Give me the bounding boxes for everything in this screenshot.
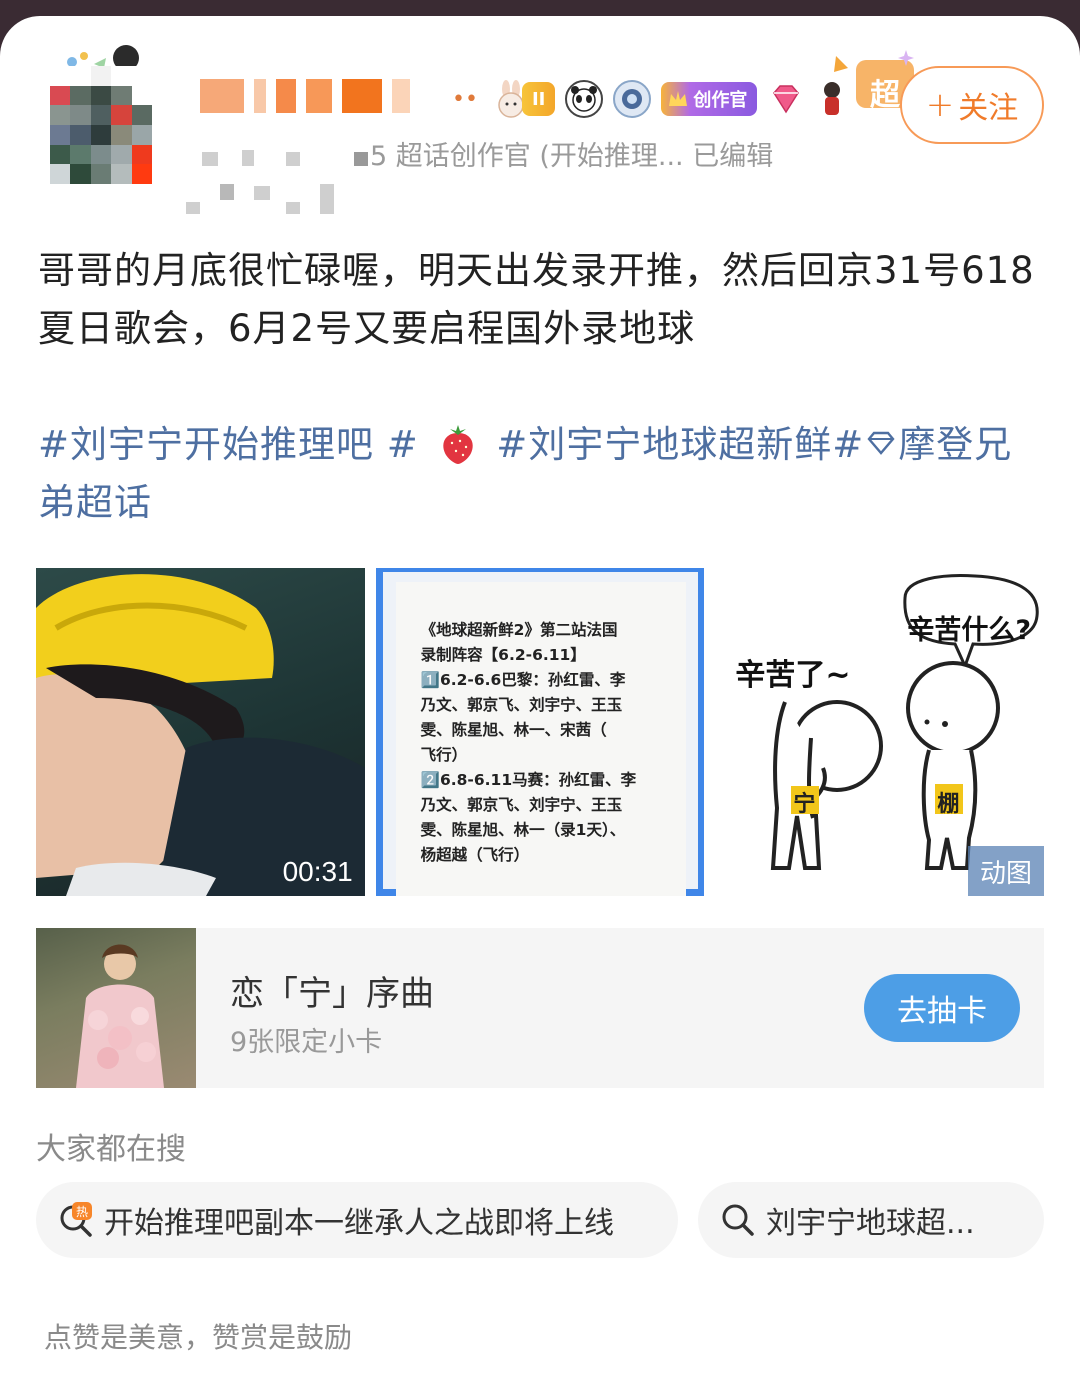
promo-title: 恋「宁」序曲 (230, 974, 434, 1014)
gif-thumbnail[interactable]: 辛苦了~ 辛苦什么? 宁 棚 动图 (715, 568, 1045, 896)
gif-tag: 动图 (968, 846, 1045, 896)
doc-line: 《地球超新鲜2》第二站法国 (420, 621, 618, 639)
schedule-image[interactable]: 《地球超新鲜2》第二站法国 录制阵容【6.2-6.11】 1️⃣6.2-6.6巴… (375, 568, 705, 896)
search-chip-label: 刘宇宁地球超... (766, 1206, 975, 1241)
search-chip[interactable]: 热 开始推理吧副本一继承人之战即将上线 (36, 1182, 678, 1258)
level-badge[interactable]: II (494, 79, 556, 119)
reward-hint: 点赞是美意，赞赏是鼓励 (44, 1321, 353, 1354)
post-card: •• II 创作官 超 + 关注 5 超话创作官 (开始推理... 已编辑 哥哥… (0, 16, 1080, 1376)
avatar[interactable] (50, 66, 152, 184)
topic-link-diqiu[interactable]: #刘宇宁地球超新鲜# (496, 423, 864, 466)
trending-search-title: 大家都在搜 (36, 1132, 186, 1167)
gif-right-char: 棚 (937, 792, 960, 817)
creator-badge[interactable]: 创作官 (661, 82, 758, 116)
gif-caption-left: 辛苦了~ (735, 658, 851, 693)
doc-line: 乃文、郭京飞、刘宇宁、王玉 (420, 696, 623, 714)
doc-line: 雯、陈星旭、林一（录1天）、 (420, 821, 626, 839)
user-badges: •• II 创作官 (452, 74, 849, 124)
gif-left-char: 宁 (793, 792, 816, 817)
search-chip[interactable]: 刘宇宁地球超... (698, 1182, 1044, 1258)
card-draw-promo[interactable]: 恋「宁」序曲 9张限定小卡 去抽卡 (36, 928, 1044, 1088)
ellipsis-icon: •• (452, 86, 478, 112)
doc-line: 录制阵容【6.2-6.11】 (420, 646, 586, 664)
post-time-blurred (186, 144, 368, 214)
doc-line: 乃文、郭京飞、刘宇宁、王玉 (420, 796, 623, 814)
post-topics: #刘宇宁开始推理吧 # #刘宇宁地球超新鲜# 摩登兄弟超话 (38, 416, 1048, 532)
doc-line: 杨超越（飞行） (420, 846, 530, 864)
promo-illustration (76, 944, 164, 1088)
media-grid: 00:31 《地球超新鲜2》第二站法国 录制阵容【6.2-6.11】 1️⃣6.… (36, 568, 1045, 896)
post-text: 哥哥的月底很忙碌喔，明天出发录开推，然后回京31号618夏日歌会，6月2号又要启… (38, 249, 1035, 350)
username-blurred[interactable] (200, 66, 410, 126)
doc-line: 2️⃣6.8-6.11马赛：孙红雷、李 (420, 771, 637, 789)
video-duration: 00:31 (282, 856, 353, 887)
video-thumbnail[interactable]: 00:31 (36, 568, 365, 896)
plus-icon: + (925, 85, 955, 125)
gif-bubble-text: 辛苦什么? (907, 615, 1032, 646)
doc-line: 飞行） (420, 746, 468, 764)
search-icon (722, 1204, 754, 1236)
camera-badge-icon[interactable] (613, 80, 652, 118)
panda-icon[interactable] (565, 80, 604, 118)
strawberry-icon (442, 425, 473, 464)
diamond-topic-icon (867, 431, 895, 455)
svg-text:热: 热 (76, 1205, 88, 1219)
search-chip-label: 开始推理吧副本一继承人之战即将上线 (104, 1206, 614, 1241)
promo-subtitle: 9张限定小卡 (230, 1027, 383, 1058)
creator-crown-icon (669, 91, 688, 106)
diamond-badge-icon[interactable] (767, 80, 806, 118)
follow-button[interactable]: + 关注 (900, 66, 1044, 144)
promo-thumbnail (36, 928, 196, 1088)
helmet-person-image (36, 574, 365, 896)
topic-link-tuili[interactable]: #刘宇宁开始推理吧 # (38, 423, 419, 466)
schedule-text: 《地球超新鲜2》第二站法国 录制阵容【6.2-6.11】 1️⃣6.2-6.6巴… (421, 618, 671, 868)
doc-line: 1️⃣6.2-6.6巴黎：孙红雷、李 (420, 671, 626, 689)
hot-search-icon: 热 (60, 1202, 92, 1237)
doc-line: 雯、陈星旭、林一、宋茜（ (420, 721, 607, 739)
draw-card-button[interactable]: 去抽卡 (864, 974, 1020, 1042)
post-meta[interactable]: 5 超话创作官 (开始推理... 已编辑 (370, 134, 773, 173)
